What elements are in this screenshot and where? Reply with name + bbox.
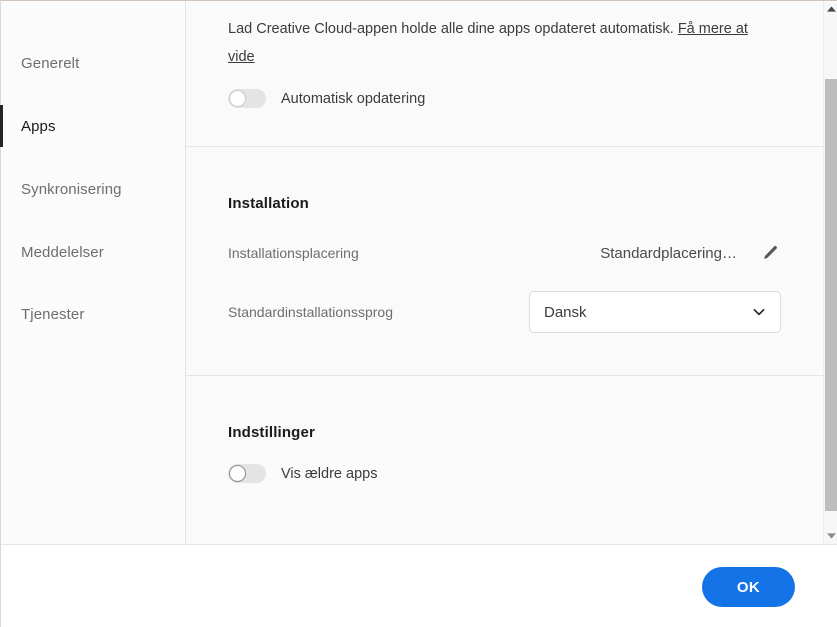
installation-language-selected-value: Dansk [544,303,587,321]
scrollbar-thumb[interactable] [825,79,837,511]
sidebar-item-label: Generelt [21,54,80,72]
installation-language-select[interactable]: Dansk [529,291,781,333]
auto-update-toggle-label: Automatisk opdatering [281,90,426,107]
sidebar-item-meddelelser[interactable]: Meddelelser [1,230,186,274]
toggle-knob [229,465,246,482]
content-scrollbar[interactable] [823,1,837,544]
sidebar-item-label: Tjenester [21,305,85,323]
settings-content-pane: Lad Creative Cloud-appen holde alle dine… [186,1,823,544]
installation-language-row: Standardinstallationssprog Dansk [228,291,781,333]
installation-location-label: Installationsplacering [228,245,359,261]
sidebar-item-generelt[interactable]: Generelt [1,41,186,85]
auto-update-toggle-row: Automatisk opdatering [228,89,781,108]
active-indicator-bar [0,105,3,147]
sidebar-item-synkronisering[interactable]: Synkronisering [1,167,186,211]
show-older-apps-toggle[interactable] [228,464,266,483]
installation-section-title: Installation [228,195,309,212]
auto-update-description-text: Lad Creative Cloud-appen holde alle dine… [228,21,674,37]
settings-section-title: Indstillinger [228,424,315,441]
triangle-up-icon[interactable] [824,1,837,17]
installation-language-label: Standardinstallationssprog [228,304,393,320]
installation-section: Installation Installationsplacering Stan… [186,146,823,375]
sidebar-item-label: Meddelelser [21,243,104,261]
sidebar-item-label: Synkronisering [21,180,122,198]
settings-sidebar: Generelt Apps Synkronisering Meddelelser… [0,1,186,544]
auto-update-toggle[interactable] [228,89,266,108]
installation-language-select-wrap: Dansk [529,291,781,333]
preferences-dialog: Generelt Apps Synkronisering Meddelelser… [0,0,837,627]
auto-update-section: Lad Creative Cloud-appen holde alle dine… [186,1,823,146]
sidebar-item-tjenester[interactable]: Tjenester [1,292,186,336]
show-older-apps-toggle-label: Vis ældre apps [281,465,378,482]
pencil-icon[interactable] [759,242,781,264]
toggle-knob [229,90,246,107]
sidebar-item-label: Apps [21,117,56,135]
triangle-down-icon[interactable] [824,528,837,544]
installation-location-value: Standardplacering… [600,244,737,262]
sidebar-item-apps[interactable]: Apps [0,104,186,148]
settings-section-title-wrap: Indstillinger [228,424,315,442]
dialog-footer: OK [1,544,837,627]
installation-location-row: Installationsplacering Standardplacering… [228,236,781,270]
installation-location-value-wrap: Standardplacering… [600,242,781,264]
auto-update-description: Lad Creative Cloud-appen holde alle dine… [228,11,773,71]
preferences-settings-section: Indstillinger Vis ældre apps [186,375,823,543]
installation-section-title-wrap: Installation [228,195,309,213]
ok-button[interactable]: OK [702,567,795,607]
show-older-apps-row: Vis ældre apps [228,464,377,483]
chevron-down-icon [752,305,766,319]
